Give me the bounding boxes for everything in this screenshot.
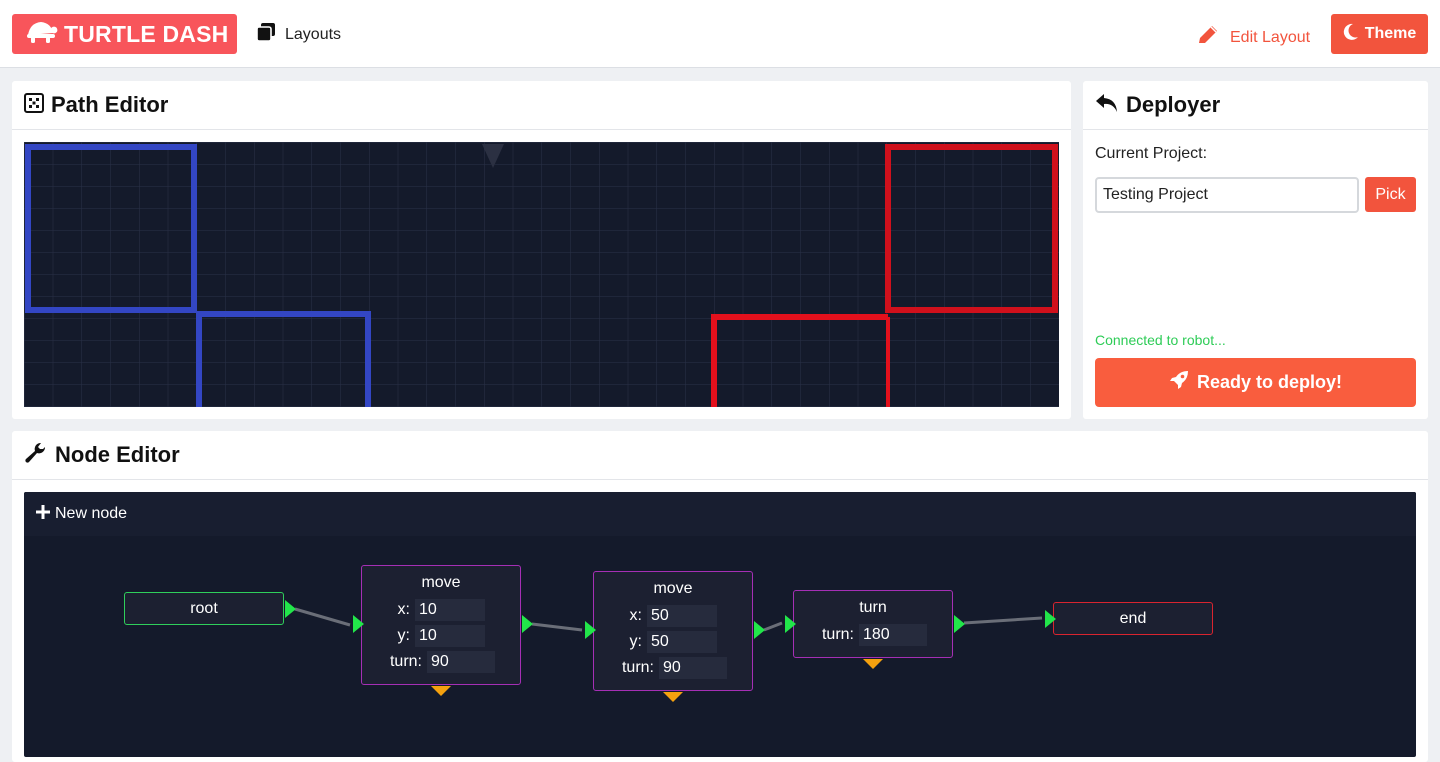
- param-label: y:: [629, 633, 642, 650]
- param-x-input[interactable]: 50: [647, 605, 717, 627]
- connection-turn1-end: [963, 616, 1043, 625]
- layouts-menu[interactable]: Layouts: [256, 22, 341, 47]
- node-title: turn: [859, 599, 887, 616]
- param-label: turn:: [821, 626, 854, 643]
- param-y-input[interactable]: 10: [415, 625, 485, 647]
- param-y: y: 50: [612, 631, 717, 653]
- param-turn: turn: 90: [380, 651, 495, 673]
- theme-button[interactable]: Theme: [1331, 14, 1428, 54]
- node-turn[interactable]: turn turn: 180: [785, 590, 965, 669]
- path-editor-panel: Path Editor: [12, 81, 1071, 419]
- param-y: y: 10: [380, 625, 485, 647]
- param-x: x: 10: [380, 599, 485, 621]
- node-editor-header: Node Editor: [12, 431, 1428, 480]
- deployer-header: Deployer: [1083, 81, 1428, 130]
- project-input[interactable]: [1095, 177, 1359, 213]
- layouts-label: Layouts: [285, 25, 342, 43]
- edit-layout-label: Edit Layout: [1230, 28, 1311, 46]
- path-editor-header: Path Editor: [12, 81, 1071, 130]
- connection-move1-move2: [531, 622, 583, 632]
- pick-button[interactable]: Pick: [1365, 177, 1416, 212]
- input-port[interactable]: [785, 615, 796, 633]
- output-port[interactable]: [522, 615, 533, 633]
- input-port[interactable]: [1045, 610, 1056, 628]
- brand-title: TURTLE DASH: [64, 20, 229, 47]
- param-label: x:: [397, 601, 410, 618]
- brand-logo[interactable]: TURTLE DASH: [12, 14, 237, 54]
- node-editor-panel: Node Editor New node root move x: 10 y: …: [12, 431, 1428, 762]
- theme-label: Theme: [1364, 25, 1417, 42]
- node-canvas[interactable]: New node root move x: 10 y: 10 turn: 90 …: [24, 492, 1416, 757]
- param-label: turn:: [621, 659, 654, 676]
- node-title: move: [421, 574, 461, 591]
- pencil-icon: [1196, 24, 1220, 51]
- edit-layout-button[interactable]: Edit Layout: [1196, 24, 1310, 51]
- output-port[interactable]: [754, 621, 765, 639]
- node-root-label: root: [190, 599, 218, 617]
- rocket-icon: [1169, 370, 1189, 395]
- node-editor-title: Node Editor: [55, 442, 180, 467]
- param-x: x: 50: [612, 605, 717, 627]
- field-canvas[interactable]: [24, 142, 1059, 407]
- param-turn-input[interactable]: 90: [427, 651, 495, 673]
- field-drawing: [24, 142, 1059, 407]
- param-turn-input[interactable]: 90: [659, 657, 727, 679]
- node-move-2[interactable]: move x: 50 y: 50 turn: 90: [585, 571, 765, 702]
- deploy-label: Ready to deploy!: [1196, 372, 1343, 392]
- output-port[interactable]: [285, 600, 296, 618]
- param-label: y:: [397, 627, 410, 644]
- current-project-label: Current Project:: [1095, 145, 1208, 162]
- param-x-input[interactable]: 10: [415, 599, 485, 621]
- node-move-1[interactable]: move x: 10 y: 10 turn: 90: [353, 565, 533, 696]
- output-port[interactable]: [954, 615, 965, 633]
- param-turn: turn: 90: [612, 657, 727, 679]
- wrench-icon: [24, 441, 48, 470]
- connection-root-move1: [294, 607, 351, 627]
- deployer-panel: Deployer Current Project: Pick Connected…: [1083, 81, 1428, 419]
- param-label: x:: [629, 607, 642, 624]
- next-port[interactable]: [863, 659, 883, 669]
- next-port[interactable]: [663, 692, 683, 702]
- param-y-input[interactable]: 50: [647, 631, 717, 653]
- turtle-icon: [24, 19, 58, 50]
- deployer-title: Deployer: [1126, 92, 1221, 117]
- param-turn: turn: 180: [812, 624, 927, 646]
- node-title: move: [653, 580, 693, 597]
- input-port[interactable]: [585, 621, 596, 639]
- input-port[interactable]: [353, 615, 364, 633]
- connection-status: Connected to robot...: [1095, 332, 1226, 348]
- param-label: turn:: [389, 653, 422, 670]
- moon-icon: [1343, 23, 1359, 46]
- grid-icon: [24, 92, 44, 118]
- connection-move2-turn1: [763, 621, 783, 632]
- node-end[interactable]: end: [1045, 602, 1213, 635]
- param-turn-input[interactable]: 180: [859, 624, 927, 646]
- reply-arrow-icon: [1095, 93, 1119, 118]
- path-editor-title: Path Editor: [51, 92, 169, 117]
- top-bar: TURTLE DASH Layouts Edit Layout Theme: [0, 0, 1440, 68]
- node-end-label: end: [1119, 609, 1147, 627]
- node-root[interactable]: root: [124, 592, 296, 625]
- deploy-button[interactable]: Ready to deploy!: [1095, 358, 1416, 407]
- next-port[interactable]: [431, 686, 451, 696]
- layers-icon: [256, 22, 276, 47]
